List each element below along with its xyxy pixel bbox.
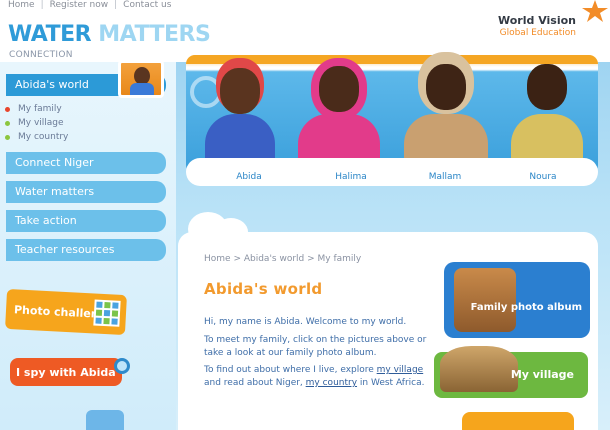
world-vision-name: World Vision (498, 14, 576, 27)
global-education-label: Global Education (499, 28, 576, 38)
clothing-shape (404, 114, 488, 162)
intro-paragraph: Hi, my name is Abida. Welcome to my worl… (204, 317, 407, 327)
clothing-shape (510, 114, 584, 162)
head-shape (527, 64, 567, 110)
contact-link[interactable]: Contact us (123, 0, 171, 10)
sidebar-item-take-action[interactable]: Take action (6, 210, 166, 232)
my-country-link[interactable]: my country (306, 378, 357, 388)
bullet-dot-icon (5, 135, 10, 140)
sidebar-item-teacher-resources[interactable]: Teacher resources (6, 239, 166, 261)
bullet-dot-icon (5, 107, 10, 112)
head-shape (426, 64, 466, 110)
photo-grid-icon (93, 299, 121, 327)
bottom-promo-partial[interactable] (86, 410, 124, 430)
logo-matters-word: MATTERS (98, 22, 211, 47)
logo-subtitle: CONNECTION (9, 50, 73, 60)
name-tab-mallam[interactable]: Mallam (412, 170, 478, 186)
nav-separator: | (40, 0, 44, 10)
i-spy-button[interactable]: I spy with Abida (10, 358, 130, 386)
head-shape (220, 68, 260, 114)
sidebar-subitem-my-country[interactable]: My country (5, 132, 69, 142)
abida-thumbnail[interactable] (118, 60, 164, 98)
name-tab-halima[interactable]: Halima (318, 170, 384, 186)
site-logo[interactable]: WATER MATTERS (8, 22, 211, 47)
village-text-3: in West Africa. (357, 378, 425, 388)
village-text-2: and read about Niger, (204, 378, 306, 388)
village-text-1: To find out about where I live, explore (204, 365, 377, 375)
name-tab-abida[interactable]: Abida (216, 170, 282, 186)
head-shape (319, 66, 359, 112)
village-paragraph: To find out about where I live, explore … (204, 364, 432, 390)
sidebar-subitem-label: My country (18, 132, 69, 142)
home-link[interactable]: Home (8, 0, 35, 10)
my-village-link[interactable]: my village (377, 365, 424, 375)
family-paragraph: To meet my family, click on the pictures… (204, 335, 427, 358)
family-photo-album-label: Family photo album (470, 302, 582, 313)
photo-challenge-button[interactable]: Photo challenge (5, 288, 127, 336)
my-village-button[interactable]: My village (434, 346, 588, 398)
sidebar-item-connect-niger[interactable]: Connect Niger (6, 152, 166, 174)
nav-separator: | (114, 0, 118, 10)
page-title: Abida's world (204, 280, 323, 298)
world-vision-star-icon (582, 0, 608, 22)
halima-photo[interactable] (290, 60, 388, 162)
village-huts-image (440, 346, 518, 392)
my-village-label: My village (510, 368, 574, 381)
sidebar-subitem-label: My family (18, 104, 62, 114)
i-spy-label: I spy with Abida (16, 365, 116, 379)
bottom-promo-card[interactable] (462, 412, 574, 430)
magnifier-icon (114, 358, 130, 374)
family-photo-image (454, 268, 516, 332)
name-tab-noura[interactable]: Noura (510, 170, 576, 186)
clothing-shape (297, 114, 381, 162)
world-vision-logo[interactable]: World Vision Global Education (498, 14, 576, 38)
family-photo-album-button[interactable]: Family photo album (444, 262, 590, 338)
breadcrumb: Home > Abida's world > My family (204, 254, 362, 264)
clothing-shape (204, 114, 276, 162)
sidebar-subitem-label: My village (18, 118, 64, 128)
register-link[interactable]: Register now (50, 0, 109, 10)
mallam-photo[interactable] (396, 58, 496, 162)
thumbnail-body (130, 83, 154, 95)
sidebar-subitem-my-family[interactable]: My family (5, 104, 62, 114)
sidebar-item-water-matters[interactable]: Water matters (6, 181, 166, 203)
sidebar-subitem-my-village[interactable]: My village (5, 118, 64, 128)
abida-photo[interactable] (198, 62, 282, 162)
noura-photo[interactable] (504, 58, 590, 162)
top-nav: Home | Register now | Contact us (8, 0, 177, 12)
logo-water-word: WATER (8, 22, 92, 47)
bullet-dot-icon (5, 121, 10, 126)
